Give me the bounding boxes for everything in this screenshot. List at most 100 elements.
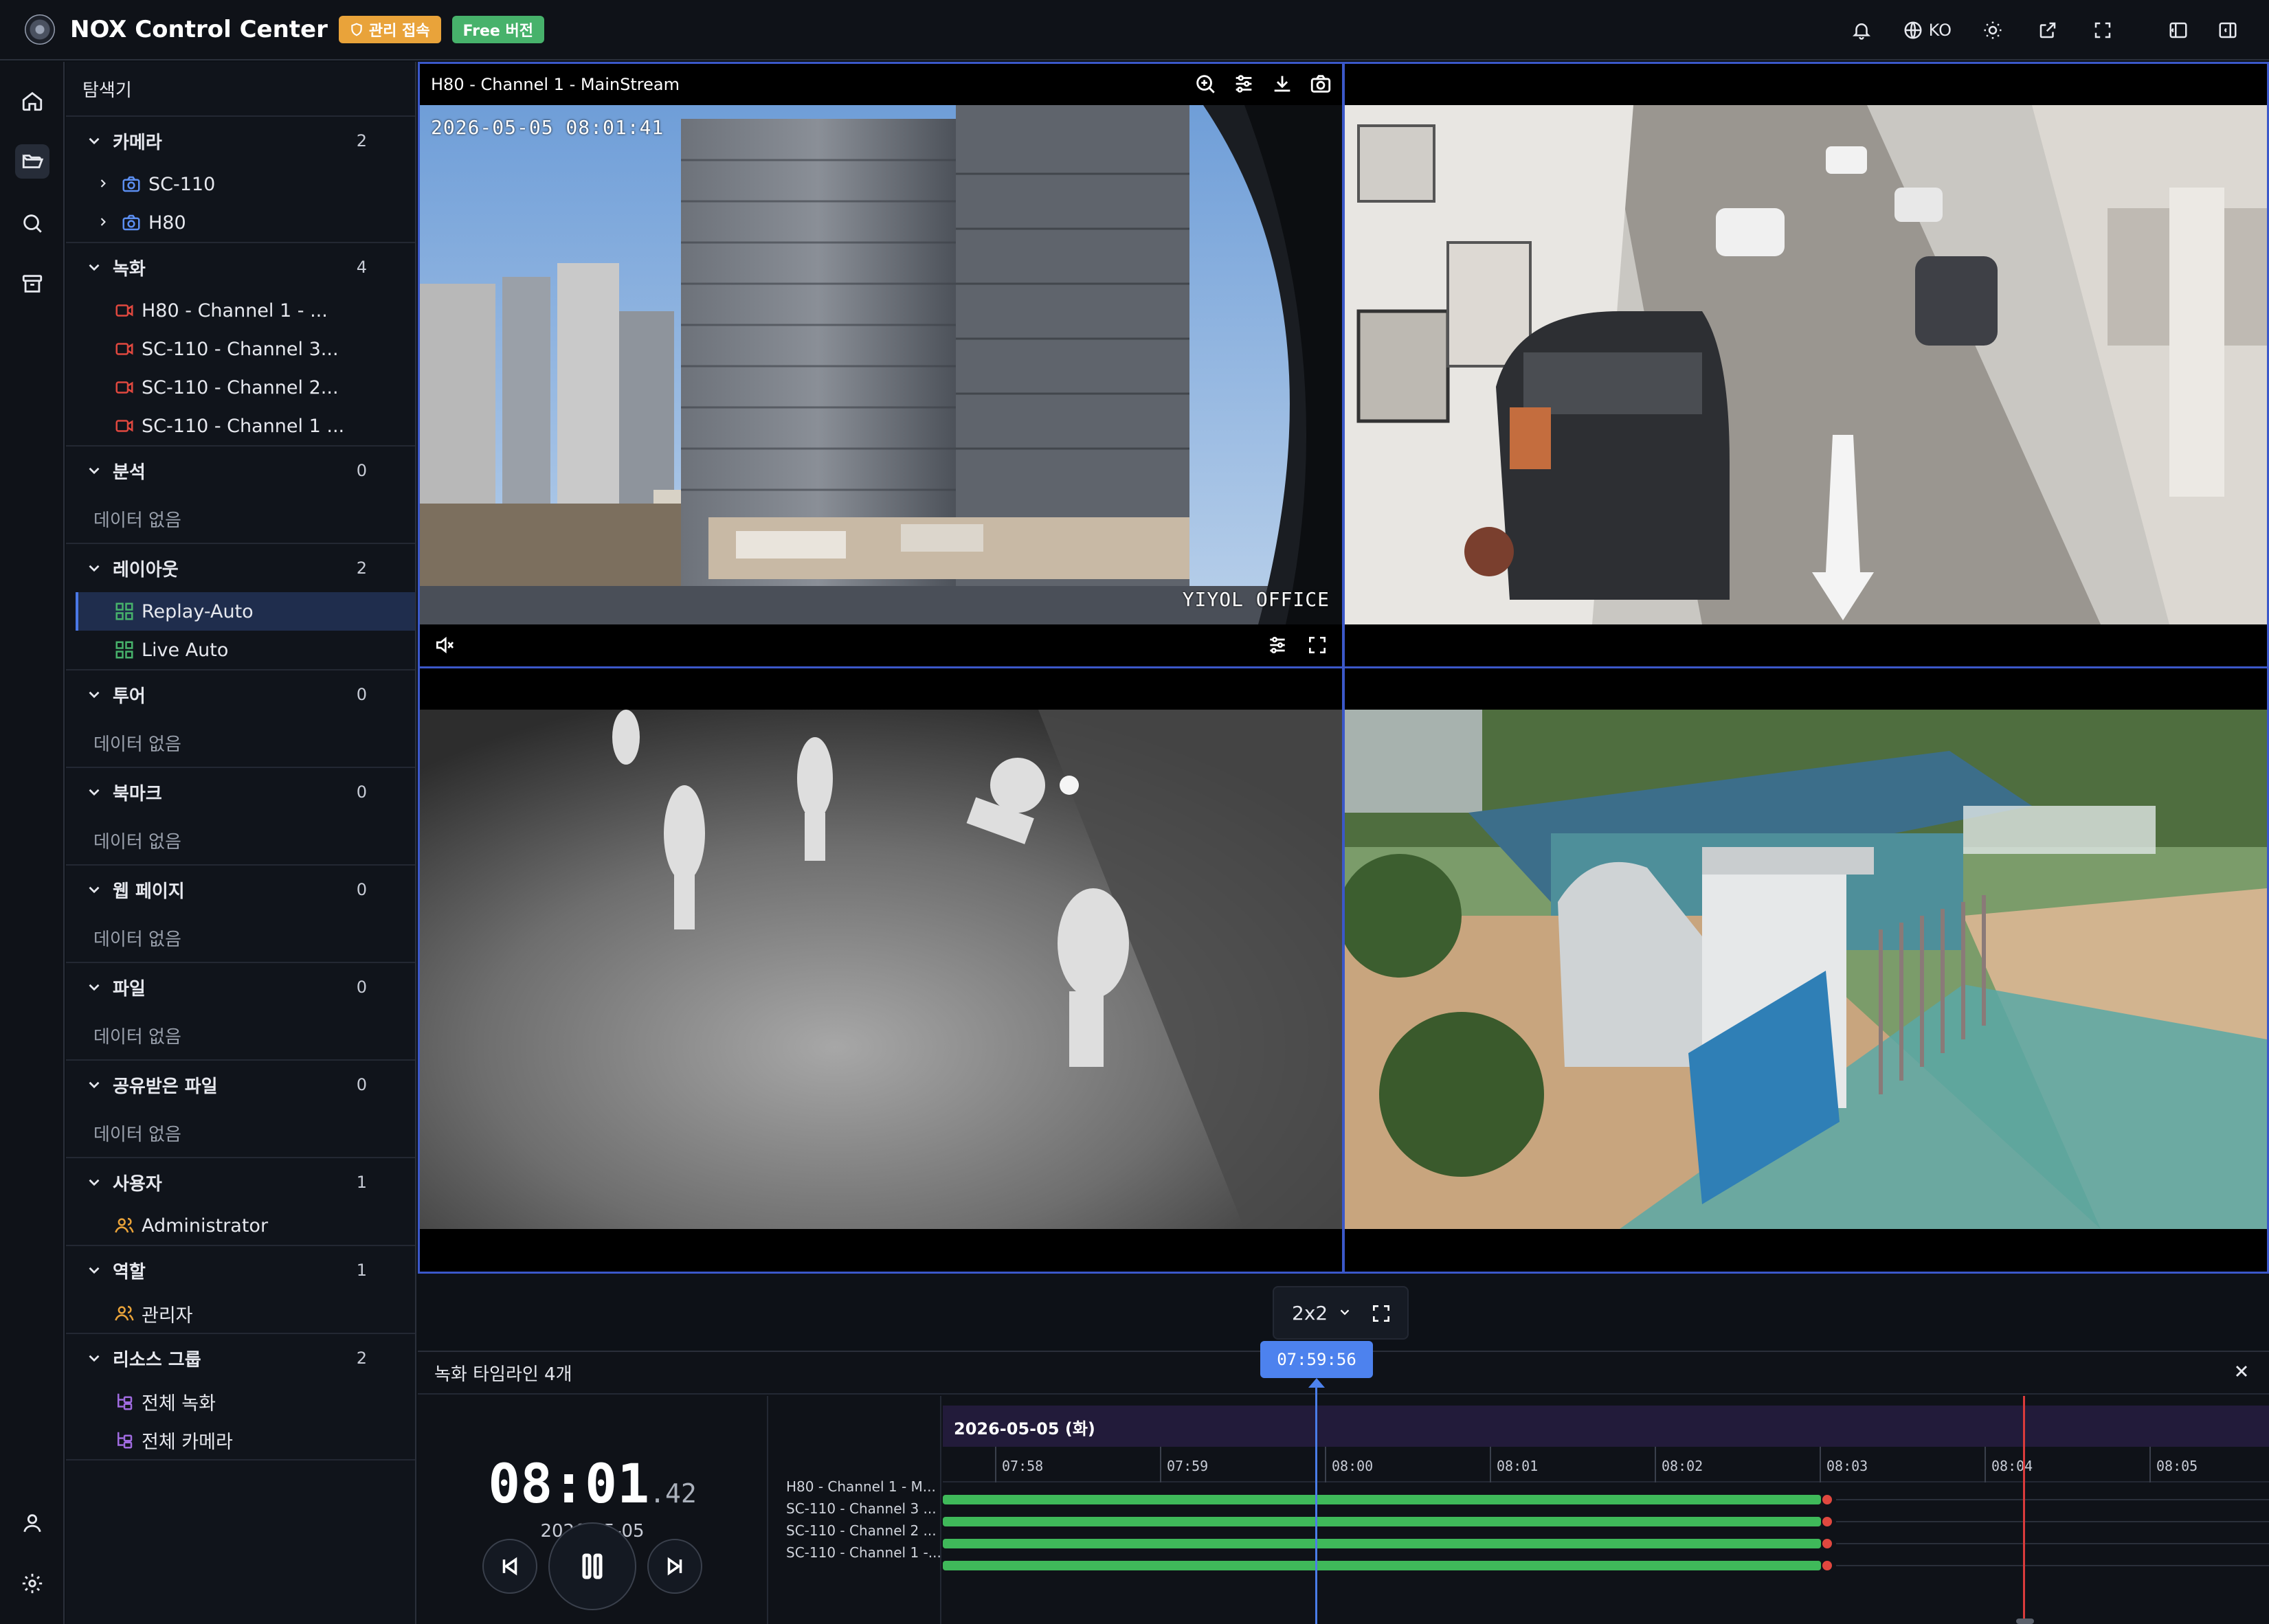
- layout-grid-icon: [114, 640, 135, 660]
- shared-files-section-header[interactable]: 공유받은 파일 0: [66, 1061, 415, 1109]
- file-section: 파일 0 데이터 없음: [66, 963, 415, 1061]
- video-cell-h80[interactable]: H80 - Channel 1 - MainStream 2026-05-05 …: [418, 62, 1344, 669]
- notification-bell-icon[interactable]: [1848, 16, 1875, 44]
- adjust-sliders-icon[interactable]: [1232, 72, 1255, 95]
- timeline-date-band: 2026-05-05 (화): [943, 1406, 2269, 1447]
- empty-state-text: 데이터 없음: [93, 831, 181, 853]
- user-profile-icon[interactable]: [15, 1506, 49, 1540]
- chevron-down-icon: [85, 132, 103, 150]
- camera-section: 카메라 2 SC-110 H80: [66, 117, 415, 243]
- video-cell-school[interactable]: [1343, 666, 2269, 1274]
- chevron-down-icon: [85, 1076, 103, 1094]
- resource-group-section-header[interactable]: 리소스 그룹 2: [66, 1334, 415, 1382]
- recording-item[interactable]: SC-110 - Channel 1 ...: [66, 407, 415, 445]
- shield-icon: [351, 23, 362, 36]
- layout-item-label: Live Auto: [142, 639, 229, 661]
- pause-icon: [582, 1553, 603, 1579]
- recording-item[interactable]: SC-110 - Channel 2...: [66, 368, 415, 407]
- external-link-icon[interactable]: [2034, 16, 2061, 44]
- playback-clock: 08:01.42 2026-05-05: [418, 1396, 768, 1624]
- file-section-header[interactable]: 파일 0: [66, 963, 415, 1011]
- playhead-time-label[interactable]: 07:59:56: [1260, 1341, 1373, 1378]
- video-grid: H80 - Channel 1 - MainStream 2026-05-05 …: [418, 62, 2269, 1274]
- video-cell-alley[interactable]: [1343, 62, 2269, 669]
- track-label: SC-110 - Channel 3 ...: [786, 1500, 937, 1517]
- layout-item-replay-auto[interactable]: Replay-Auto: [76, 592, 415, 631]
- empty-state-text: 데이터 없음: [93, 1026, 181, 1048]
- adjust-sliders-icon[interactable]: [1266, 634, 1288, 656]
- playhead-line[interactable]: [1315, 1386, 1317, 1624]
- mute-speaker-icon[interactable]: [434, 634, 456, 656]
- camera-item-h80[interactable]: H80: [66, 203, 415, 242]
- recording-gap: [1836, 1543, 2269, 1544]
- home-icon[interactable]: [15, 84, 49, 118]
- chevron-down-icon: [85, 462, 103, 480]
- analysis-section-header[interactable]: 분석 0: [66, 447, 415, 495]
- timeline-title: 녹화 타임라인 4개: [434, 1364, 572, 1385]
- folder-open-icon[interactable]: [15, 144, 49, 179]
- layout-selector[interactable]: 2x2: [1273, 1286, 1409, 1340]
- recording-segment[interactable]: [943, 1495, 1821, 1504]
- recording-segment[interactable]: [943, 1561, 1821, 1570]
- language-selector[interactable]: KO: [1903, 20, 1952, 41]
- role-item-label: 관리자: [142, 1305, 193, 1327]
- chevron-right-icon: [96, 212, 111, 234]
- camera-section-header[interactable]: 카메라 2: [66, 117, 415, 165]
- video-cell-footer: [420, 624, 1342, 667]
- role-section-header[interactable]: 역할 1: [66, 1246, 415, 1294]
- pause-button[interactable]: [548, 1522, 636, 1610]
- recording-item[interactable]: SC-110 - Channel 3...: [66, 330, 415, 368]
- snapshot-camera-icon[interactable]: [1309, 72, 1332, 95]
- recording-segment[interactable]: [943, 1539, 1821, 1548]
- webpage-section-header[interactable]: 웹 페이지 0: [66, 866, 415, 914]
- video-cell-night[interactable]: [418, 666, 1344, 1274]
- user-count: 1: [356, 1173, 367, 1192]
- resource-group-item-all-recordings[interactable]: 전체 녹화: [66, 1382, 415, 1421]
- grid-fullscreen-icon[interactable]: [1370, 1302, 1392, 1329]
- fullscreen-icon[interactable]: [2089, 16, 2116, 44]
- tour-section-header[interactable]: 투어 0: [66, 670, 415, 719]
- skip-back-button[interactable]: [482, 1539, 537, 1594]
- shared-files-section: 공유받은 파일 0 데이터 없음: [66, 1061, 415, 1158]
- camera-item-sc110[interactable]: SC-110: [66, 165, 415, 203]
- recording-gap: [1836, 1521, 2269, 1522]
- archive-icon[interactable]: [15, 267, 49, 301]
- close-icon[interactable]: [2232, 1362, 2251, 1384]
- scroll-handle[interactable]: [2016, 1619, 2034, 1624]
- right-panel-toggle-icon[interactable]: [2214, 16, 2242, 44]
- time-tick-label: 08:04: [1991, 1458, 2033, 1474]
- recording-item[interactable]: H80 - Channel 1 - ...: [66, 291, 415, 330]
- fullscreen-icon[interactable]: [1306, 634, 1328, 656]
- settings-gear-icon[interactable]: [15, 1566, 49, 1601]
- layout-section-header[interactable]: 레이아웃 2: [66, 544, 415, 592]
- download-icon[interactable]: [1271, 72, 1294, 95]
- empty-state-text: 데이터 없음: [93, 734, 181, 755]
- empty-state-text: 데이터 없음: [93, 929, 181, 950]
- user-section-header[interactable]: 사용자 1: [66, 1158, 415, 1206]
- left-panel-toggle-icon[interactable]: [2165, 16, 2192, 44]
- recording-segment[interactable]: [943, 1517, 1821, 1526]
- theme-sun-icon[interactable]: [1979, 16, 2007, 44]
- role-item-admin[interactable]: 관리자: [66, 1294, 415, 1333]
- search-icon[interactable]: [15, 206, 49, 240]
- user-item-administrator[interactable]: Administrator: [66, 1206, 415, 1245]
- recording-gap: [1836, 1499, 2269, 1500]
- playback-time-main: 08:01: [488, 1454, 650, 1515]
- recording-section-header[interactable]: 녹화 4: [66, 243, 415, 291]
- time-tick-label: 08:03: [1826, 1458, 1868, 1474]
- recording-gap: [1836, 1565, 2269, 1566]
- recording-end-marker: [1822, 1495, 1832, 1504]
- skip-forward-button[interactable]: [647, 1539, 702, 1594]
- app-header: NOX Control Center 관리 접속 Free 버전 KO: [0, 0, 2269, 60]
- role-section: 역할 1 관리자: [66, 1246, 415, 1334]
- resource-group-item-all-cameras[interactable]: 전체 카메라: [66, 1421, 415, 1459]
- playback-time-ms: .42: [649, 1478, 697, 1509]
- time-tick-label: 08:00: [1332, 1458, 1374, 1474]
- bookmark-section-header[interactable]: 북마크 0: [66, 768, 415, 816]
- explorer-panel: 탐색기 카메라 2 SC-110 H80 녹화 4 H80 - Channel …: [66, 62, 416, 1624]
- time-tick: 08:03: [1820, 1447, 1868, 1482]
- timeline-track-area[interactable]: 2026-05-05 (화) 07:58 07:59 08:00 08:01 0…: [943, 1396, 2269, 1624]
- layout-item-live-auto[interactable]: Live Auto: [66, 631, 415, 669]
- zoom-icon[interactable]: [1194, 72, 1217, 95]
- webpage-count: 0: [356, 880, 367, 899]
